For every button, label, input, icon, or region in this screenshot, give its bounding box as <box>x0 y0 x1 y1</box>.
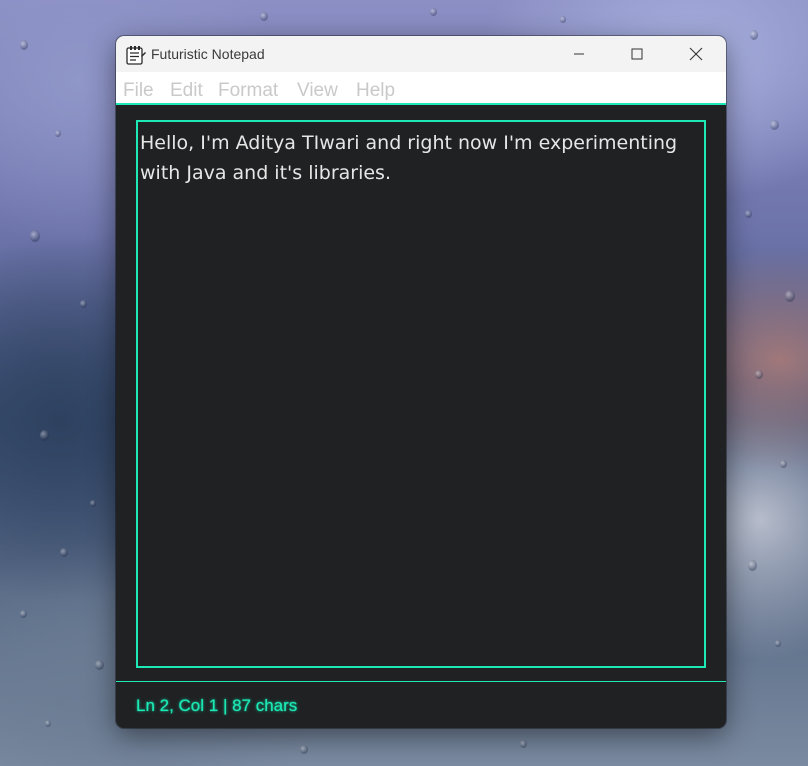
status-bar: Ln 2, Col 1 | 87 chars <box>136 696 298 715</box>
title-bar[interactable]: Futuristic Notepad <box>116 36 726 72</box>
close-button[interactable] <box>667 36 725 72</box>
close-icon <box>689 47 703 61</box>
raindrop <box>750 30 758 40</box>
minimize-icon <box>574 53 584 55</box>
raindrop <box>80 300 87 308</box>
raindrop <box>260 12 268 21</box>
menu-file[interactable]: File <box>123 80 154 102</box>
raindrop <box>745 210 752 218</box>
raindrop <box>20 610 27 618</box>
text-editor[interactable]: Hello, I'm Aditya TIwari and right now I… <box>136 120 706 668</box>
raindrop <box>30 230 40 242</box>
raindrop <box>755 370 763 379</box>
maximize-icon <box>631 48 643 60</box>
raindrop <box>40 430 49 441</box>
notepad-icon <box>124 44 146 66</box>
raindrop <box>90 500 96 507</box>
maximize-button[interactable] <box>608 36 666 72</box>
raindrop <box>785 290 795 302</box>
minimize-button[interactable] <box>550 36 608 72</box>
menu-format[interactable]: Format <box>218 80 278 102</box>
raindrop <box>780 460 787 468</box>
raindrop <box>20 40 28 50</box>
raindrop <box>300 745 308 754</box>
raindrop <box>95 660 104 670</box>
menu-help[interactable]: Help <box>356 80 395 102</box>
raindrop <box>560 16 566 23</box>
editor-content[interactable]: Hello, I'm Aditya TIwari and right now I… <box>140 128 696 188</box>
raindrop <box>55 130 61 137</box>
raindrop <box>775 640 781 647</box>
raindrop <box>60 548 68 557</box>
raindrop <box>748 560 757 571</box>
menu-view[interactable]: View <box>297 80 338 102</box>
menu-bar: File Edit Format View Help <box>116 72 726 105</box>
menu-edit[interactable]: Edit <box>170 80 203 102</box>
raindrop <box>45 720 51 727</box>
window-title: Futuristic Notepad <box>151 46 265 62</box>
notepad-window: Futuristic Notepad File Edit Format View… <box>116 36 726 728</box>
status-divider <box>116 681 726 682</box>
raindrop <box>430 8 437 16</box>
raindrop <box>520 740 527 748</box>
raindrop <box>770 120 779 130</box>
